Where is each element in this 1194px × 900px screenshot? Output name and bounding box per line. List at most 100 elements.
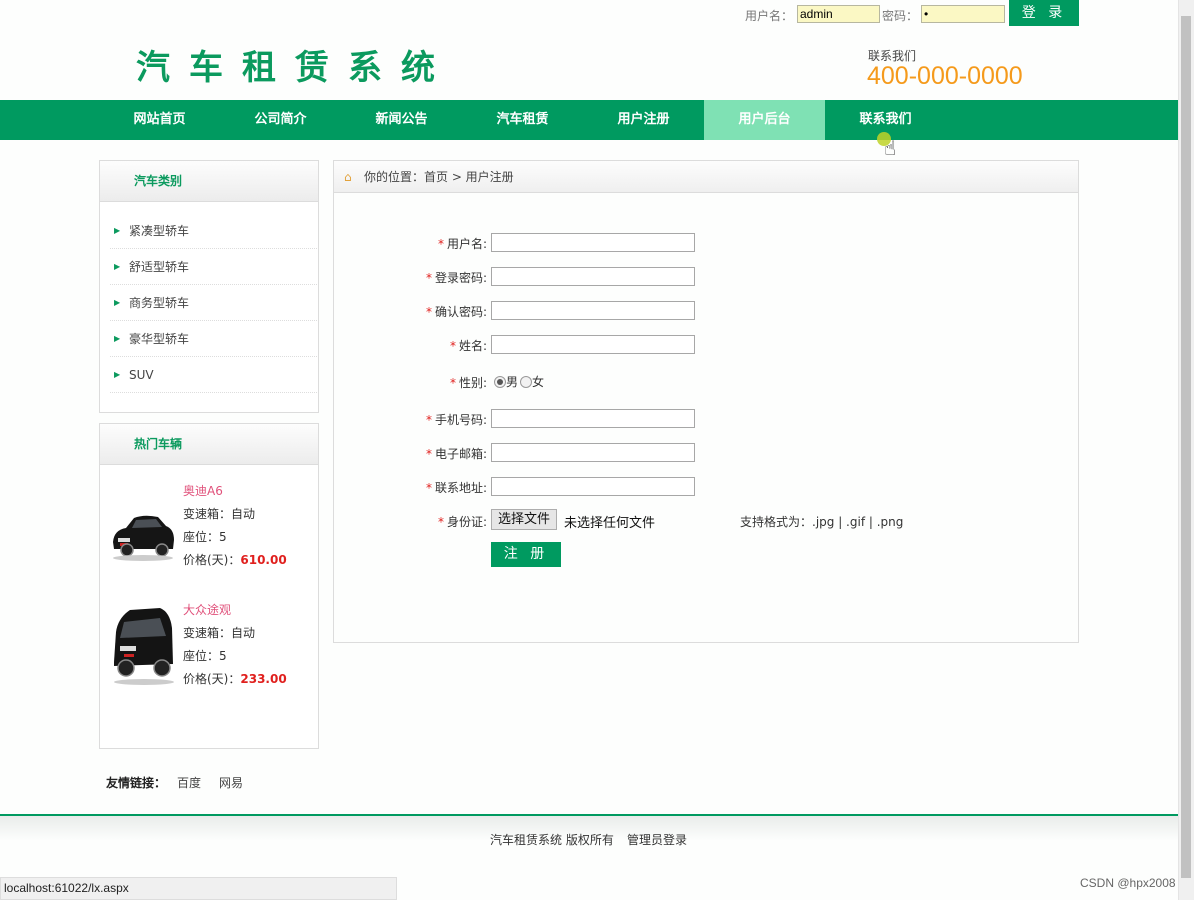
home-icon: ⌂: [344, 170, 352, 184]
gender-female-label: 女: [532, 375, 545, 389]
email-input[interactable]: [491, 443, 695, 462]
car-gearbox: 变速箱：自动: [183, 507, 256, 521]
required-mark: *: [437, 515, 444, 529]
contact-phone: 400-000-0000: [867, 62, 1023, 90]
category-label: 舒适型轿车: [129, 260, 190, 274]
address-row-label: * 联系地址:: [347, 479, 487, 496]
site-title: 汽车租赁系统: [136, 48, 454, 88]
nav-register[interactable]: 用户注册: [583, 100, 704, 140]
category-label: SUV: [129, 368, 154, 382]
hand-cursor-icon: ☝: [884, 136, 897, 160]
car-price: 价格(天)：610.00: [183, 551, 287, 568]
gender-female-radio[interactable]: [520, 376, 533, 388]
category-panel-title: 汽车类别: [100, 161, 318, 202]
confirm-row-label: * 确认密码:: [347, 303, 487, 320]
password-label: 密码：: [882, 9, 919, 23]
username-input[interactable]: [491, 233, 695, 252]
car-gearbox: 变速箱：自动: [183, 626, 256, 640]
required-mark: *: [437, 237, 444, 251]
friend-link-baidu[interactable]: 百度: [177, 774, 201, 791]
field-label: 电子邮箱:: [434, 447, 487, 461]
price-value: 610.00: [240, 553, 287, 567]
nav-news[interactable]: 新闻公告: [341, 100, 462, 140]
breadcrumb: ⌂ 你的位置：首页 > 用户注册: [334, 161, 1078, 193]
field-label: 用户名:: [446, 237, 487, 251]
register-panel: ⌂ 你的位置：首页 > 用户注册: [333, 160, 1079, 643]
password-input[interactable]: [491, 267, 695, 286]
field-label: 联系地址:: [434, 481, 487, 495]
login-button[interactable]: 登 录: [1009, 0, 1079, 26]
price-label: 价格(天)：: [183, 553, 241, 567]
email-row-label: * 电子邮箱:: [347, 445, 487, 462]
friend-links-label: 友情链接：: [106, 776, 167, 790]
footer-copyright: 汽车租赁系统 版权所有: [490, 833, 614, 847]
field-label: 手机号码:: [434, 413, 487, 427]
category-item[interactable]: ▶ 紧凑型轿车: [110, 213, 317, 249]
file-status: 未选择任何文件: [564, 516, 656, 531]
gender-row-label: * 性别:: [347, 374, 487, 391]
name-row-label: * 姓名:: [347, 337, 487, 354]
car-name-link[interactable]: 奥迪A6: [183, 482, 223, 499]
car-seats: 座位：5: [183, 530, 227, 544]
required-mark: *: [425, 271, 432, 285]
field-label: 性别:: [458, 376, 487, 390]
gender-male-label: 男: [506, 375, 519, 389]
field-label: 确认密码:: [434, 305, 487, 319]
password-row-label: * 登录密码:: [347, 269, 487, 286]
triangle-right-icon: ▶: [114, 262, 121, 271]
phone-row-label: * 手机号码:: [347, 411, 487, 428]
car-image[interactable]: [110, 504, 176, 564]
field-label: 姓名:: [458, 339, 487, 353]
browser-status-url: localhost:61022/lx.aspx: [0, 877, 397, 900]
hot-cars-panel: 热门车辆 奥迪A6 变速箱：自动 座位：5 价格(天)：610.00 大众途观 …: [99, 423, 319, 749]
hot-cars-title: 热门车辆: [100, 424, 318, 465]
breadcrumb-text: 你的位置：首页 > 用户注册: [364, 170, 514, 184]
price-value: 233.00: [240, 672, 287, 686]
required-mark: *: [425, 305, 432, 319]
address-input[interactable]: [491, 477, 695, 496]
required-mark: *: [449, 376, 456, 390]
nav-home[interactable]: 网站首页: [99, 100, 220, 140]
category-item[interactable]: ▶ 豪华型轿车: [110, 321, 317, 357]
login-password-input[interactable]: •: [921, 5, 1005, 23]
choose-file-button[interactable]: 选择文件: [491, 509, 558, 530]
field-label: 登录密码:: [434, 271, 487, 285]
category-panel: 汽车类别 ▶ 紧凑型轿车 ▶ 舒适型轿车 ▶ 商务型轿车 ▶ 豪华型轿车 ▶ SUV: [99, 160, 319, 413]
nav-about[interactable]: 公司简介: [220, 100, 341, 140]
field-label: 身份证:: [446, 515, 487, 529]
gender-male-radio[interactable]: [494, 376, 506, 388]
friend-link-163[interactable]: 网易: [219, 774, 243, 791]
required-mark: *: [425, 447, 432, 461]
nav-rental[interactable]: 汽车租赁: [462, 100, 583, 140]
register-submit-button[interactable]: 注 册: [491, 542, 561, 567]
main-nav: 网站首页 公司简介 新闻公告 汽车租赁 用户注册 用户后台 联系我们: [0, 100, 1178, 140]
category-item[interactable]: ▶ 商务型轿车: [110, 285, 317, 321]
triangle-right-icon: ▶: [114, 334, 121, 343]
category-label: 豪华型轿车: [129, 332, 190, 346]
confirm-password-input[interactable]: [491, 301, 695, 320]
login-username-input[interactable]: admin: [797, 5, 880, 23]
admin-login-link[interactable]: 管理员登录: [627, 831, 687, 848]
triangle-right-icon: ▶: [114, 298, 121, 307]
car-name-link[interactable]: 大众途观: [183, 601, 231, 618]
file-format-hint: 支持格式为：.jpg | .gif | .png: [740, 515, 904, 529]
category-label: 紧凑型轿车: [129, 224, 190, 238]
category-item[interactable]: ▶ SUV: [110, 357, 317, 393]
scrollbar-thumb[interactable]: [1181, 16, 1191, 878]
nav-user-center[interactable]: 用户后台: [704, 100, 825, 140]
category-label: 商务型轿车: [129, 296, 190, 310]
car-seats: 座位：5: [183, 649, 227, 663]
required-mark: *: [425, 413, 432, 427]
required-mark: *: [449, 339, 456, 353]
name-input[interactable]: [491, 335, 695, 354]
phone-input[interactable]: [491, 409, 695, 428]
car-price: 价格(天)：233.00: [183, 670, 287, 687]
required-mark: *: [425, 481, 432, 495]
watermark: CSDN @hpx2008: [1080, 876, 1176, 890]
triangle-right-icon: ▶: [114, 226, 121, 235]
id-row-label: * 身份证:: [347, 513, 487, 530]
car-image[interactable]: [110, 602, 176, 690]
price-label: 价格(天)：: [183, 672, 241, 686]
category-item[interactable]: ▶ 舒适型轿车: [110, 249, 317, 285]
username-row-label: * 用户名:: [347, 235, 487, 252]
